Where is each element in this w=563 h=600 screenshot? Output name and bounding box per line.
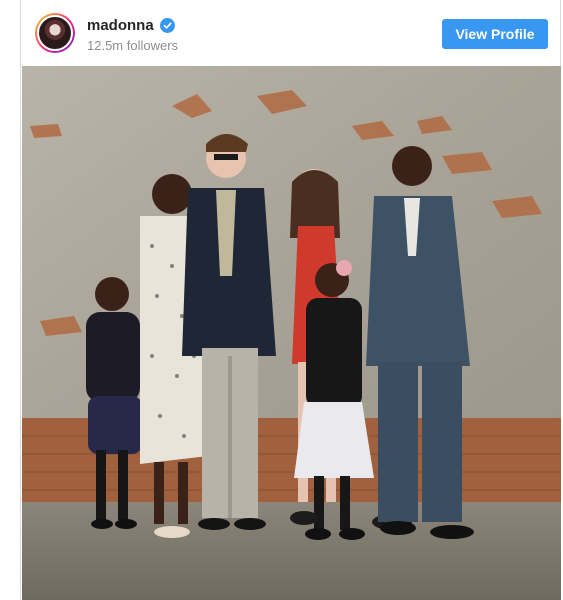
- post-photo[interactable]: [22, 66, 561, 600]
- avatar[interactable]: [35, 13, 75, 53]
- sneaker-left: [290, 511, 318, 525]
- family-photo-image: [22, 66, 561, 600]
- username[interactable]: madonna: [87, 17, 154, 34]
- checkmark-icon: [163, 22, 172, 29]
- avatar-image: [37, 15, 73, 51]
- post-header: madonna 12.5m followers View Profile: [21, 0, 560, 66]
- verified-icon: [159, 18, 175, 33]
- view-profile-button[interactable]: View Profile: [442, 19, 548, 49]
- username-row: madonna: [87, 17, 175, 34]
- instagram-embed-card: madonna 12.5m followers View Profile: [20, 0, 561, 600]
- follower-count: 12.5m followers: [87, 38, 179, 53]
